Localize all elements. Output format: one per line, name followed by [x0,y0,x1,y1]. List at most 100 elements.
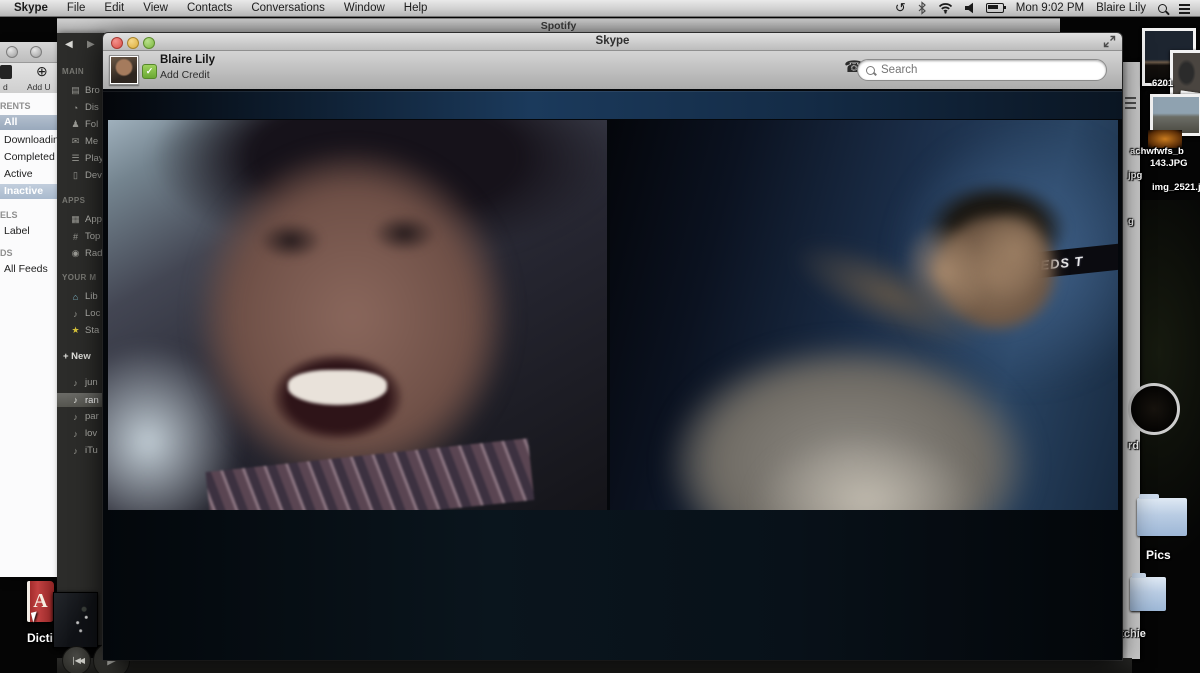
torrent-section-header: DS [0,248,13,258]
spotify-sidebar: ◀ ▶ MAIN ▤Bro ◔Dis ♟Fol ✉Me ☰Play ▯Dev A… [57,33,104,645]
menu-help[interactable]: Help [404,2,428,14]
window-button-icon[interactable] [30,46,42,58]
playlist-icon: ♪ [70,412,81,422]
menu-edit[interactable]: Edit [104,2,124,14]
menu-clock[interactable]: Mon 9:02 PM [1016,2,1084,14]
menu-conversations[interactable]: Conversations [251,2,325,14]
round-drive-icon[interactable] [1128,383,1180,435]
sidebar-item-play-queue[interactable]: ☰Play [70,153,103,164]
radio-icon: ◉ [70,248,81,259]
sidebar-item-browse[interactable]: ▤Bro [70,85,100,96]
playlist-icon: ♪ [70,446,81,456]
drive-label[interactable]: rd [1128,440,1139,452]
close-icon[interactable] [111,37,123,49]
skype-window: Skype ✓ Blaire Lily Add Credit ☎ [103,33,1122,660]
torrent-sidebar-list: RENTS All Downloading Completed Active I… [0,93,57,577]
sidebar-item-messages[interactable]: ✉Me [70,136,98,147]
spotify-section-header: YOUR M [62,273,96,282]
add-credit-link[interactable]: Add Credit [160,69,210,81]
wifi-icon[interactable] [938,1,953,15]
sidebar-item-discover[interactable]: ◔Dis [70,102,99,113]
torrent-section-header: RENTS [0,101,31,111]
sidebar-item-app-finder[interactable]: ▦App [70,214,102,225]
volume-icon[interactable] [965,1,974,15]
nav-forward-icon[interactable]: ▶ [87,39,95,50]
app-finder-icon: ▦ [70,214,81,225]
folder-icon-mitchie[interactable] [1130,577,1166,611]
folder-icon-pics[interactable] [1137,498,1187,536]
sidebar-item-devices[interactable]: ▯Dev [70,170,102,181]
zoom-icon[interactable] [143,37,155,49]
menu-user-name[interactable]: Blaire Lily [1096,2,1146,14]
skype-titlebar[interactable]: Skype [103,33,1122,51]
search-input[interactable] [879,63,1098,77]
devices-icon: ▯ [70,170,81,181]
menu-view[interactable]: View [143,2,168,14]
menu-status-area: ↺ Mon 9:02 PM Blaire Lily [895,1,1200,15]
fullscreen-expand-icon[interactable] [1103,35,1116,48]
playlist-icon: ♪ [70,378,81,388]
video-feed-left[interactable] [108,120,607,510]
time-machine-icon[interactable]: ↺ [895,1,906,15]
playlist-item[interactable]: ♪par [70,411,99,422]
torrent-filter-active[interactable]: Active [4,168,33,180]
document-text-lines [1125,97,1136,99]
menu-file[interactable]: File [67,2,86,14]
spotlight-icon[interactable] [1158,4,1167,13]
notification-list-icon[interactable] [1179,4,1190,6]
sidebar-item-top-lists[interactable]: #Top [70,231,100,242]
search-icon [866,66,875,75]
torrent-titlebar[interactable] [0,42,57,63]
online-status-badge[interactable]: ✓ [142,64,157,79]
spotify-player-bar [57,658,1132,673]
playlist-item[interactable]: ♪jun [70,377,98,388]
add-url-label: Add U [27,82,51,92]
bluetooth-icon[interactable] [918,1,926,15]
sidebar-item-starred[interactable]: ★Sta [70,325,99,336]
sidebar-item-local-files[interactable]: ♪Loc [70,308,100,319]
file-label[interactable]: g [1128,216,1134,227]
new-playlist-button[interactable]: + New [63,351,91,362]
menu-window[interactable]: Window [344,2,385,14]
dictionary-letter: A [33,590,47,613]
sidebar-item-follow[interactable]: ♟Fol [70,119,98,130]
messages-icon: ✉ [70,136,81,147]
menu-skype[interactable]: Skype [14,2,48,14]
torrent-filter-label[interactable]: Label [4,225,30,237]
eye-shadow [372,214,437,253]
file-label[interactable]: 6201 [1152,78,1173,89]
file-label[interactable]: img_2521.jp [1152,182,1200,193]
folder-label[interactable]: Pics [1146,548,1171,562]
file-label[interactable]: achwfwfs_b [1130,146,1184,157]
album-art-thumbnail [53,592,98,648]
search-field[interactable] [857,59,1107,81]
playlist-item[interactable]: ♪iTu [70,445,98,456]
nav-back-icon[interactable]: ◀ [65,39,73,50]
video-feed-right[interactable]: NDREDS T [610,120,1118,510]
avatar-photo [111,57,137,83]
torrent-filter-all-feeds[interactable]: All Feeds [4,263,48,275]
file-label[interactable]: jpg [1128,170,1142,181]
torrent-filter-inactive[interactable]: Inactive [0,184,57,199]
previous-track-button[interactable]: ❘◀◀ [62,646,91,673]
torrent-filter-completed[interactable]: Completed [4,151,55,163]
menu-contacts[interactable]: Contacts [187,2,232,14]
call-header-band [103,91,1122,119]
sidebar-item-radio[interactable]: ◉Rad [70,248,102,259]
spotify-titlebar[interactable]: Spotify [57,19,1060,34]
library-icon: ⌂ [70,292,81,302]
playlist-item-selected[interactable]: ♪ran [57,393,103,407]
window-button-icon[interactable] [6,46,18,58]
minimize-icon[interactable] [127,37,139,49]
torrent-filter-downloading[interactable]: Downloading [4,134,65,146]
add-torrent-icon[interactable] [0,65,12,79]
sidebar-item-library[interactable]: ⌂Lib [70,291,98,302]
dictionary-label[interactable]: Dicti [27,631,53,645]
video-call-area: NDREDS T [103,89,1122,660]
add-url-icon[interactable]: ⊕ [36,63,48,80]
battery-icon[interactable] [986,3,1004,13]
file-label[interactable]: 143.JPG [1150,158,1188,169]
torrent-filter-all[interactable]: All [0,115,57,130]
playlist-item[interactable]: ♪lov [70,428,97,439]
avatar[interactable] [109,55,139,85]
